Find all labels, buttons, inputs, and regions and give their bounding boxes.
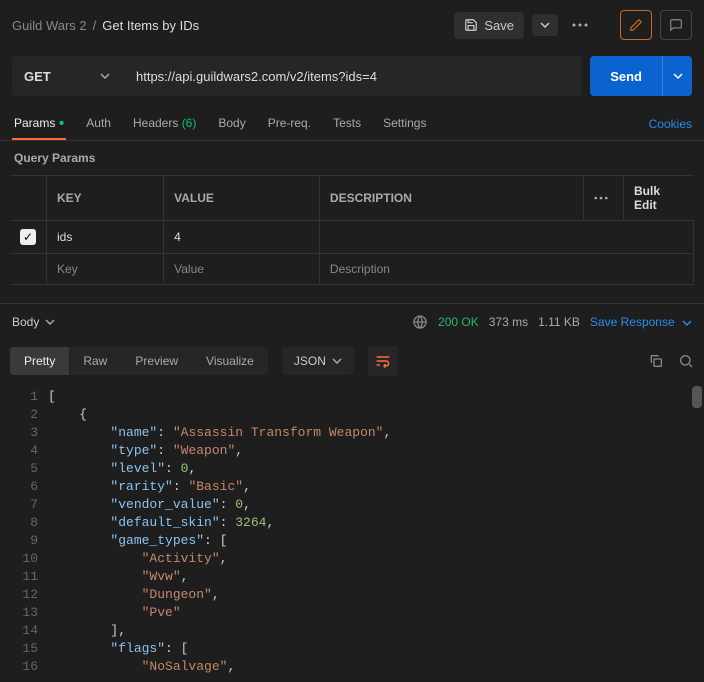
edit-button[interactable]: [620, 10, 652, 40]
view-preview[interactable]: Preview: [121, 347, 192, 375]
method-value: GET: [24, 69, 51, 84]
url-input[interactable]: [122, 56, 582, 96]
chevron-down-icon: [540, 20, 550, 30]
top-bar: Guild Wars 2 / Get Items by IDs Save: [0, 0, 704, 50]
tab-auth[interactable]: Auth: [84, 108, 113, 140]
pencil-icon: [629, 18, 643, 32]
send-button[interactable]: Send: [590, 56, 662, 96]
body-label: Body: [12, 315, 39, 329]
comment-icon: [669, 18, 683, 32]
param-value-placeholder[interactable]: Value: [164, 254, 320, 285]
copy-icon[interactable]: [648, 353, 664, 369]
tab-label: Headers: [133, 116, 178, 130]
table-row[interactable]: ✓ ids 4: [10, 221, 694, 254]
more-actions-button[interactable]: [566, 17, 594, 33]
param-key-placeholder[interactable]: Key: [47, 254, 164, 285]
dot-indicator: •: [59, 115, 65, 132]
param-key[interactable]: ids: [47, 221, 164, 254]
query-params-table: KEY VALUE DESCRIPTION Bulk Edit ✓ ids 4 …: [10, 175, 694, 285]
view-tabs: Pretty Raw Preview Visualize JSON: [0, 340, 704, 382]
save-label: Save: [484, 18, 514, 33]
tab-params[interactable]: Params •: [12, 108, 66, 140]
method-select[interactable]: GET: [12, 56, 122, 96]
bulk-edit-link[interactable]: Bulk Edit: [624, 176, 694, 221]
breadcrumb: Guild Wars 2 / Get Items by IDs: [12, 18, 446, 33]
send-dropdown[interactable]: [662, 56, 692, 96]
col-key: KEY: [47, 176, 164, 221]
chevron-down-icon: [332, 356, 342, 366]
save-response-link[interactable]: Save Response: [590, 315, 692, 329]
tab-tests[interactable]: Tests: [331, 108, 363, 140]
line-gutter: 12345678910111213141516: [0, 382, 48, 682]
comments-button[interactable]: [660, 10, 692, 40]
response-bar: Body 200 OK 373 ms 1.11 KB Save Response: [0, 303, 704, 340]
headers-count: (6): [182, 116, 197, 130]
globe-icon[interactable]: [412, 314, 428, 330]
param-value[interactable]: 4: [164, 221, 320, 254]
tab-settings[interactable]: Settings: [381, 108, 428, 140]
dots-icon: [594, 196, 608, 200]
tab-headers[interactable]: Headers (6): [131, 108, 198, 140]
param-desc-placeholder[interactable]: Description: [319, 254, 693, 285]
response-size: 1.11 KB: [538, 315, 580, 329]
chevron-down-icon: [673, 71, 683, 81]
col-actions[interactable]: [584, 176, 624, 221]
format-value: JSON: [294, 354, 326, 368]
view-mode-group: Pretty Raw Preview Visualize: [10, 347, 268, 375]
code-content[interactable]: [ { "name": "Assassin Transform Weapon",…: [48, 382, 391, 682]
col-value: VALUE: [164, 176, 320, 221]
chevron-down-icon: [100, 71, 110, 81]
tab-body[interactable]: Body: [216, 108, 247, 140]
chevron-down-icon: [682, 318, 692, 328]
request-tabs: Params • Auth Headers (6) Body Pre-req. …: [0, 108, 704, 141]
view-visualize[interactable]: Visualize: [192, 347, 268, 375]
query-params-title: Query Params: [0, 141, 704, 175]
cookies-link[interactable]: Cookies: [649, 117, 692, 131]
search-icon[interactable]: [678, 353, 694, 369]
view-pretty[interactable]: Pretty: [10, 347, 69, 375]
save-response-label: Save Response: [590, 315, 675, 329]
col-desc: DESCRIPTION: [319, 176, 583, 221]
format-select[interactable]: JSON: [282, 347, 354, 375]
breadcrumb-sep: /: [93, 18, 97, 33]
tab-label: Params: [14, 116, 55, 130]
breadcrumb-current[interactable]: Get Items by IDs: [102, 18, 199, 33]
response-time: 373 ms: [489, 315, 528, 329]
wrap-lines-button[interactable]: [368, 346, 398, 376]
save-icon: [464, 18, 478, 32]
table-header-row: KEY VALUE DESCRIPTION Bulk Edit: [10, 176, 694, 221]
response-code[interactable]: 12345678910111213141516 [ { "name": "Ass…: [0, 382, 704, 682]
table-row-new[interactable]: Key Value Description: [10, 254, 694, 285]
response-body-select[interactable]: Body: [12, 315, 55, 329]
chevron-down-icon: [45, 317, 55, 327]
dots-icon: [572, 23, 588, 27]
row-checkbox[interactable]: ✓: [20, 229, 36, 245]
param-desc[interactable]: [319, 221, 693, 254]
request-row: GET Send: [0, 50, 704, 108]
save-dropdown[interactable]: [532, 14, 558, 36]
breadcrumb-parent[interactable]: Guild Wars 2: [12, 18, 87, 33]
scrollbar-thumb[interactable]: [692, 386, 702, 408]
wrap-icon: [375, 354, 391, 368]
tab-prereq[interactable]: Pre-req.: [266, 108, 313, 140]
status-code: 200 OK: [438, 315, 479, 329]
view-raw[interactable]: Raw: [69, 347, 121, 375]
save-button[interactable]: Save: [454, 12, 524, 39]
